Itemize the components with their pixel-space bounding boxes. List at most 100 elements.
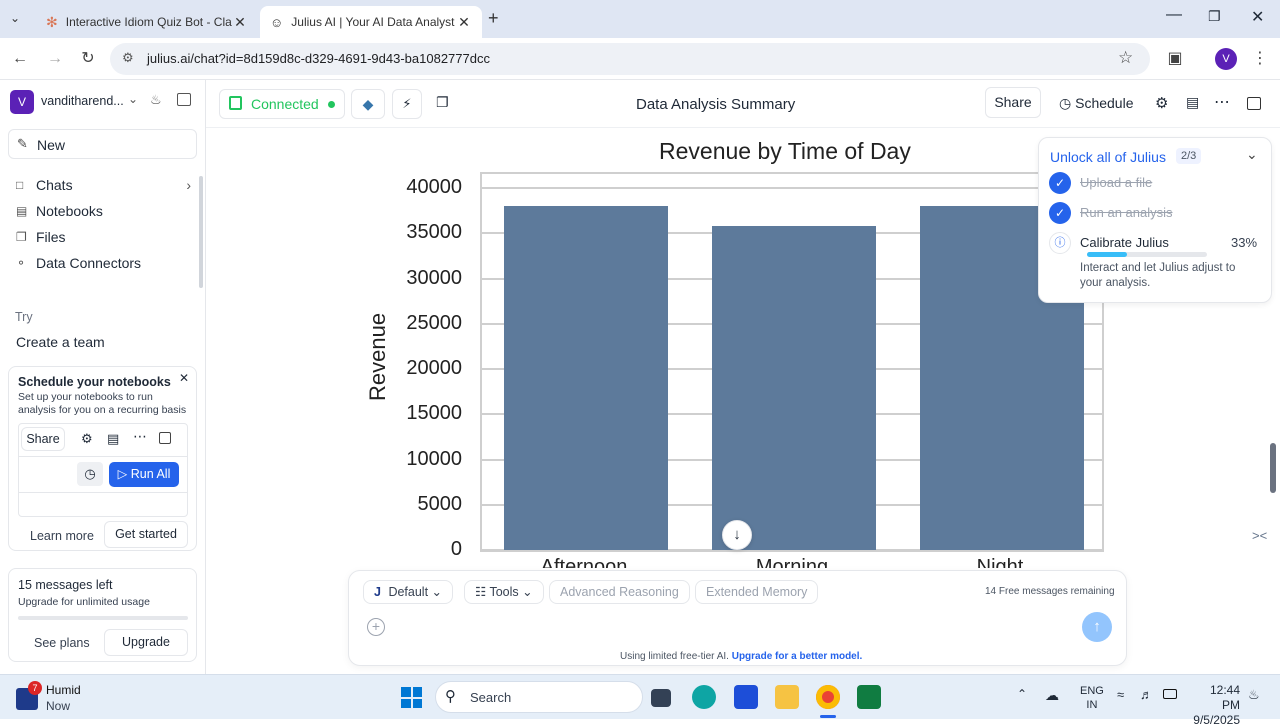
- calibrate-percent: 33%: [1231, 235, 1258, 250]
- toggle-panel-icon[interactable]: [1247, 97, 1261, 110]
- code-toggle-icon[interactable]: ><: [1252, 528, 1267, 543]
- minimize-icon[interactable]: —: [1166, 6, 1182, 24]
- plug-button[interactable]: ⚡: [392, 89, 422, 119]
- close-tab-icon[interactable]: ✕: [232, 14, 248, 31]
- new-tab-icon[interactable]: +: [488, 8, 499, 29]
- python-button[interactable]: ◆: [351, 89, 385, 119]
- schedule-button[interactable]: ◷ Schedule: [1059, 95, 1134, 112]
- show-hidden-icons-icon[interactable]: ⌃: [1017, 687, 1027, 701]
- battery-icon[interactable]: [1163, 689, 1177, 699]
- forward-icon[interactable]: →: [43, 47, 67, 71]
- card-title: Schedule your notebooks: [18, 375, 171, 389]
- sidebar-item-notebooks[interactable]: ▤ Notebooks: [16, 203, 103, 219]
- search-icon: ⚲: [445, 688, 456, 705]
- language-indicator[interactable]: ENG IN: [1080, 684, 1104, 712]
- new-button[interactable]: ✎ New: [8, 129, 197, 159]
- browser-menu-icon[interactable]: ⋮: [1248, 47, 1272, 71]
- taskbar-search[interactable]: ⚲ Search: [435, 681, 643, 713]
- add-attachment-icon[interactable]: +: [367, 618, 385, 636]
- extended-memory-toggle[interactable]: Extended Memory: [695, 580, 819, 604]
- y-tick-label: 0: [450, 538, 462, 560]
- new-label: New: [37, 137, 66, 153]
- start-windows-icon[interactable]: [401, 687, 422, 708]
- clock-date: 9/5/2025: [1193, 713, 1240, 727]
- store-icon[interactable]: [734, 685, 758, 709]
- scroll-down-button[interactable]: ↓: [722, 520, 752, 550]
- model-selector[interactable]: J Default ⌄: [363, 580, 454, 604]
- sidebar-item-data-connectors[interactable]: ⚬ Data Connectors: [16, 255, 141, 271]
- upgrade-link[interactable]: Upgrade for a better model.: [732, 651, 863, 662]
- tab-idiom-quiz[interactable]: ✻ Interactive Idiom Quiz Bot - Cla ✕: [36, 6, 258, 38]
- maximize-icon[interactable]: ❐: [1208, 8, 1221, 25]
- preview-notebook-icon: ▤: [107, 431, 120, 446]
- get-started-button[interactable]: Get started: [104, 521, 188, 548]
- copy-icon[interactable]: ❐: [436, 94, 449, 111]
- user-menu-chevron-icon[interactable]: ⌄: [128, 92, 138, 106]
- sidebar-item-chats[interactable]: □ Chats ›: [16, 177, 191, 193]
- more-options-icon[interactable]: ⋯: [1214, 92, 1230, 112]
- chart-title: Revenue by Time of Day: [659, 138, 911, 164]
- chrome-icon[interactable]: [816, 685, 840, 709]
- create-team-link[interactable]: Create a team: [16, 334, 105, 350]
- edge-icon[interactable]: [692, 685, 716, 709]
- message-input[interactable]: [393, 615, 1073, 639]
- file-explorer-icon[interactable]: [775, 685, 799, 709]
- settings-gear-icon[interactable]: ⚙: [1155, 94, 1168, 112]
- see-plans-link[interactable]: See plans: [34, 636, 90, 650]
- task-view-icon[interactable]: [651, 689, 671, 707]
- model-initial: J: [374, 585, 381, 599]
- advanced-reasoning-toggle[interactable]: Advanced Reasoning: [549, 580, 690, 604]
- url-text[interactable]: julius.ai/chat?id=8d159d8c-d329-4691-9d4…: [147, 51, 490, 66]
- calibrate-desc: Interact and let Julius adjust to your a…: [1080, 262, 1236, 289]
- excel-icon[interactable]: [857, 685, 881, 709]
- close-tab-icon[interactable]: ✕: [456, 14, 472, 31]
- x-tick-label: Afternoon: [540, 556, 628, 568]
- collapse-chevron-icon[interactable]: ⌄: [1246, 146, 1258, 163]
- page-scrollbar-thumb[interactable]: [1270, 443, 1276, 493]
- chat-icon: □: [16, 178, 24, 192]
- close-window-icon[interactable]: ✕: [1251, 7, 1264, 27]
- extensions-icon[interactable]: ▣: [1163, 47, 1187, 71]
- y-tick-label: 25000: [406, 311, 462, 334]
- tab-julius[interactable]: ☺ Julius AI | Your AI Data Analyst ✕: [260, 6, 482, 38]
- chat-top-bar: Connected ◆ ⚡ ❐ Data Analysis Summary Sh…: [206, 80, 1280, 128]
- volume-icon[interactable]: ♬: [1140, 687, 1153, 702]
- clock-time: 12:44 PM: [1209, 683, 1240, 712]
- x-tick-label: Morning: [755, 556, 829, 568]
- notifications-bell-icon[interactable]: ♨: [150, 92, 162, 108]
- sidebar-scrollbar[interactable]: [199, 176, 203, 288]
- learn-more-link[interactable]: Learn more: [30, 529, 94, 543]
- back-icon[interactable]: ←: [8, 47, 32, 71]
- unlock-julius-panel: Unlock all of Julius 2/3 ⌄ ✓ Upload a fi…: [1038, 137, 1272, 303]
- wifi-icon[interactable]: ≈: [1117, 687, 1124, 702]
- connected-status[interactable]: Connected: [219, 89, 345, 119]
- user-name[interactable]: vanditharend...: [41, 94, 124, 108]
- y-tick-label: 40000: [406, 176, 462, 198]
- profile-avatar[interactable]: V: [1215, 48, 1237, 70]
- tab-list-chevron-icon[interactable]: ⌄: [10, 11, 20, 25]
- notebook-view-icon[interactable]: ▤: [1186, 94, 1199, 111]
- collapse-sidebar-icon[interactable]: [177, 93, 191, 106]
- onedrive-icon[interactable]: ☁: [1045, 687, 1059, 704]
- tools-selector[interactable]: ☷ Tools ⌄: [464, 580, 544, 604]
- preview-divider: [19, 492, 187, 493]
- connected-icon: [229, 96, 242, 110]
- reload-icon[interactable]: ↻: [76, 47, 100, 71]
- send-button[interactable]: ↑: [1082, 612, 1112, 642]
- preview-share-button: Share: [21, 427, 65, 451]
- user-avatar[interactable]: V: [10, 90, 34, 114]
- site-info-icon[interactable]: ⚙: [122, 50, 134, 66]
- messages-left-title: 15 messages left: [18, 578, 113, 592]
- clock[interactable]: 12:44 PM 9/5/2025: [1192, 683, 1240, 728]
- step-calibrate[interactable]: Calibrate Julius: [1080, 235, 1169, 250]
- bookmark-star-icon[interactable]: ☆: [1118, 48, 1133, 68]
- notification-bell-icon[interactable]: ♨: [1248, 687, 1260, 703]
- model-label: Default: [388, 585, 429, 599]
- gridline: [482, 187, 1102, 189]
- close-card-icon[interactable]: ✕: [179, 371, 189, 385]
- weather-widget[interactable]: 7 Humid Now: [14, 680, 134, 716]
- upgrade-button[interactable]: Upgrade: [104, 629, 188, 656]
- share-button[interactable]: Share: [985, 87, 1041, 118]
- url-box[interactable]: ⚙ julius.ai/chat?id=8d159d8c-d329-4691-9…: [110, 43, 1150, 75]
- sidebar-item-files[interactable]: ❐ Files: [16, 229, 66, 245]
